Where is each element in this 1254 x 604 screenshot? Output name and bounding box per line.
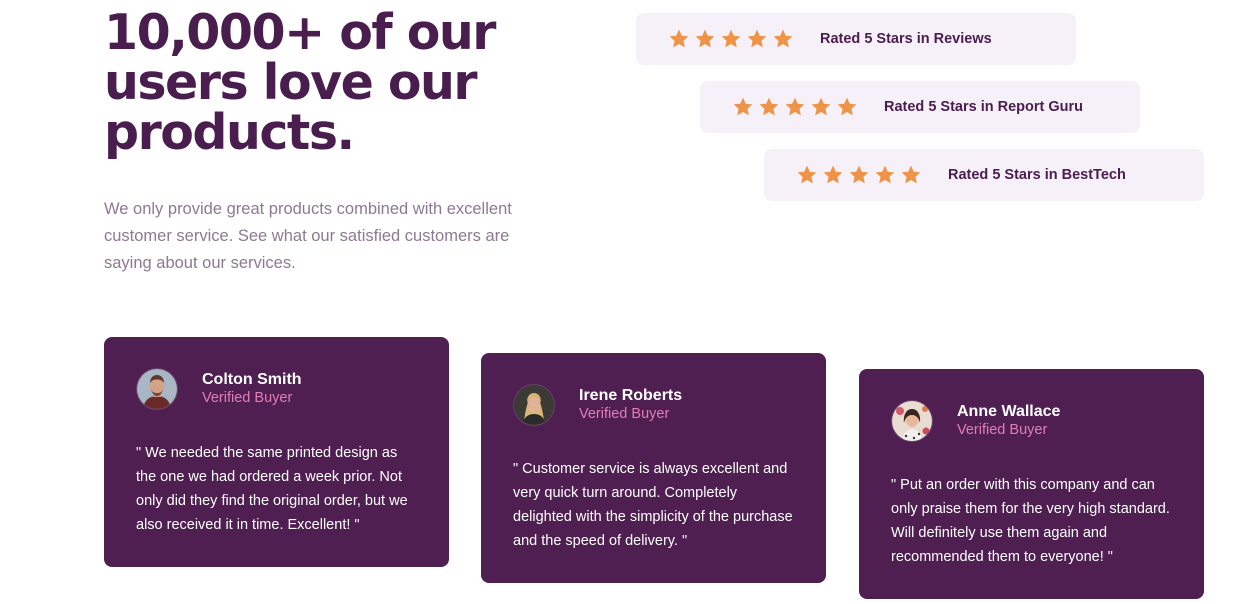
rating-badge-besttech: Rated 5 Stars in BestTech [764,149,1204,201]
intro-text: We only provide great products combined … [104,200,512,272]
testimonial-quote: " Put an order with this company and can… [891,477,1170,565]
star-icon [810,96,832,118]
star-icon [784,96,806,118]
testimonial-quote: " Customer service is always excellent a… [513,461,793,549]
customer-name: Irene Roberts [579,387,683,404]
rating-badge-report-guru: Rated 5 Stars in Report Guru [700,81,1140,133]
star-icon [772,28,794,50]
testimonial-header: Colton Smith Verified Buyer [136,368,417,410]
testimonial-quote: " We needed the same printed design as t… [136,445,408,533]
star-rating [796,164,920,186]
verified-buyer-label: Verified Buyer [579,406,670,422]
verified-buyer-label: Verified Buyer [957,422,1048,438]
star-icon [796,164,818,186]
customer-name: Anne Wallace [957,403,1061,420]
star-rating [732,96,856,118]
customer-name: Colton Smith [202,371,302,388]
testimonial-card: Colton Smith Verified Buyer " We needed … [104,337,449,567]
rating-badge-reviews: Rated 5 Stars in Reviews [636,13,1076,65]
rating-label: Rated 5 Stars in BestTech [948,167,1126,183]
rating-label: Rated 5 Stars in Reviews [820,31,992,47]
avatar [891,400,933,442]
rating-label: Rated 5 Stars in Report Guru [884,99,1084,115]
avatar [513,384,555,426]
testimonial-header: Anne Wallace Verified Buyer [891,400,1172,442]
testimonial-card: Anne Wallace Verified Buyer " Put an ord… [859,369,1204,599]
star-icon [822,164,844,186]
star-icon [758,96,780,118]
star-icon [900,164,922,186]
star-rating [668,28,792,50]
star-icon [668,28,690,50]
testimonial-header: Irene Roberts Verified Buyer [513,384,794,426]
star-icon [848,164,870,186]
star-icon [720,28,742,50]
star-icon [746,28,768,50]
star-icon [874,164,896,186]
verified-buyer-label: Verified Buyer [202,390,293,406]
star-icon [732,96,754,118]
avatar [136,368,178,410]
star-icon [694,28,716,50]
testimonial-card: Irene Roberts Verified Buyer " Customer … [481,353,826,583]
star-icon [836,96,858,118]
page-title: 10,000+ of our users love our products. [104,4,496,161]
